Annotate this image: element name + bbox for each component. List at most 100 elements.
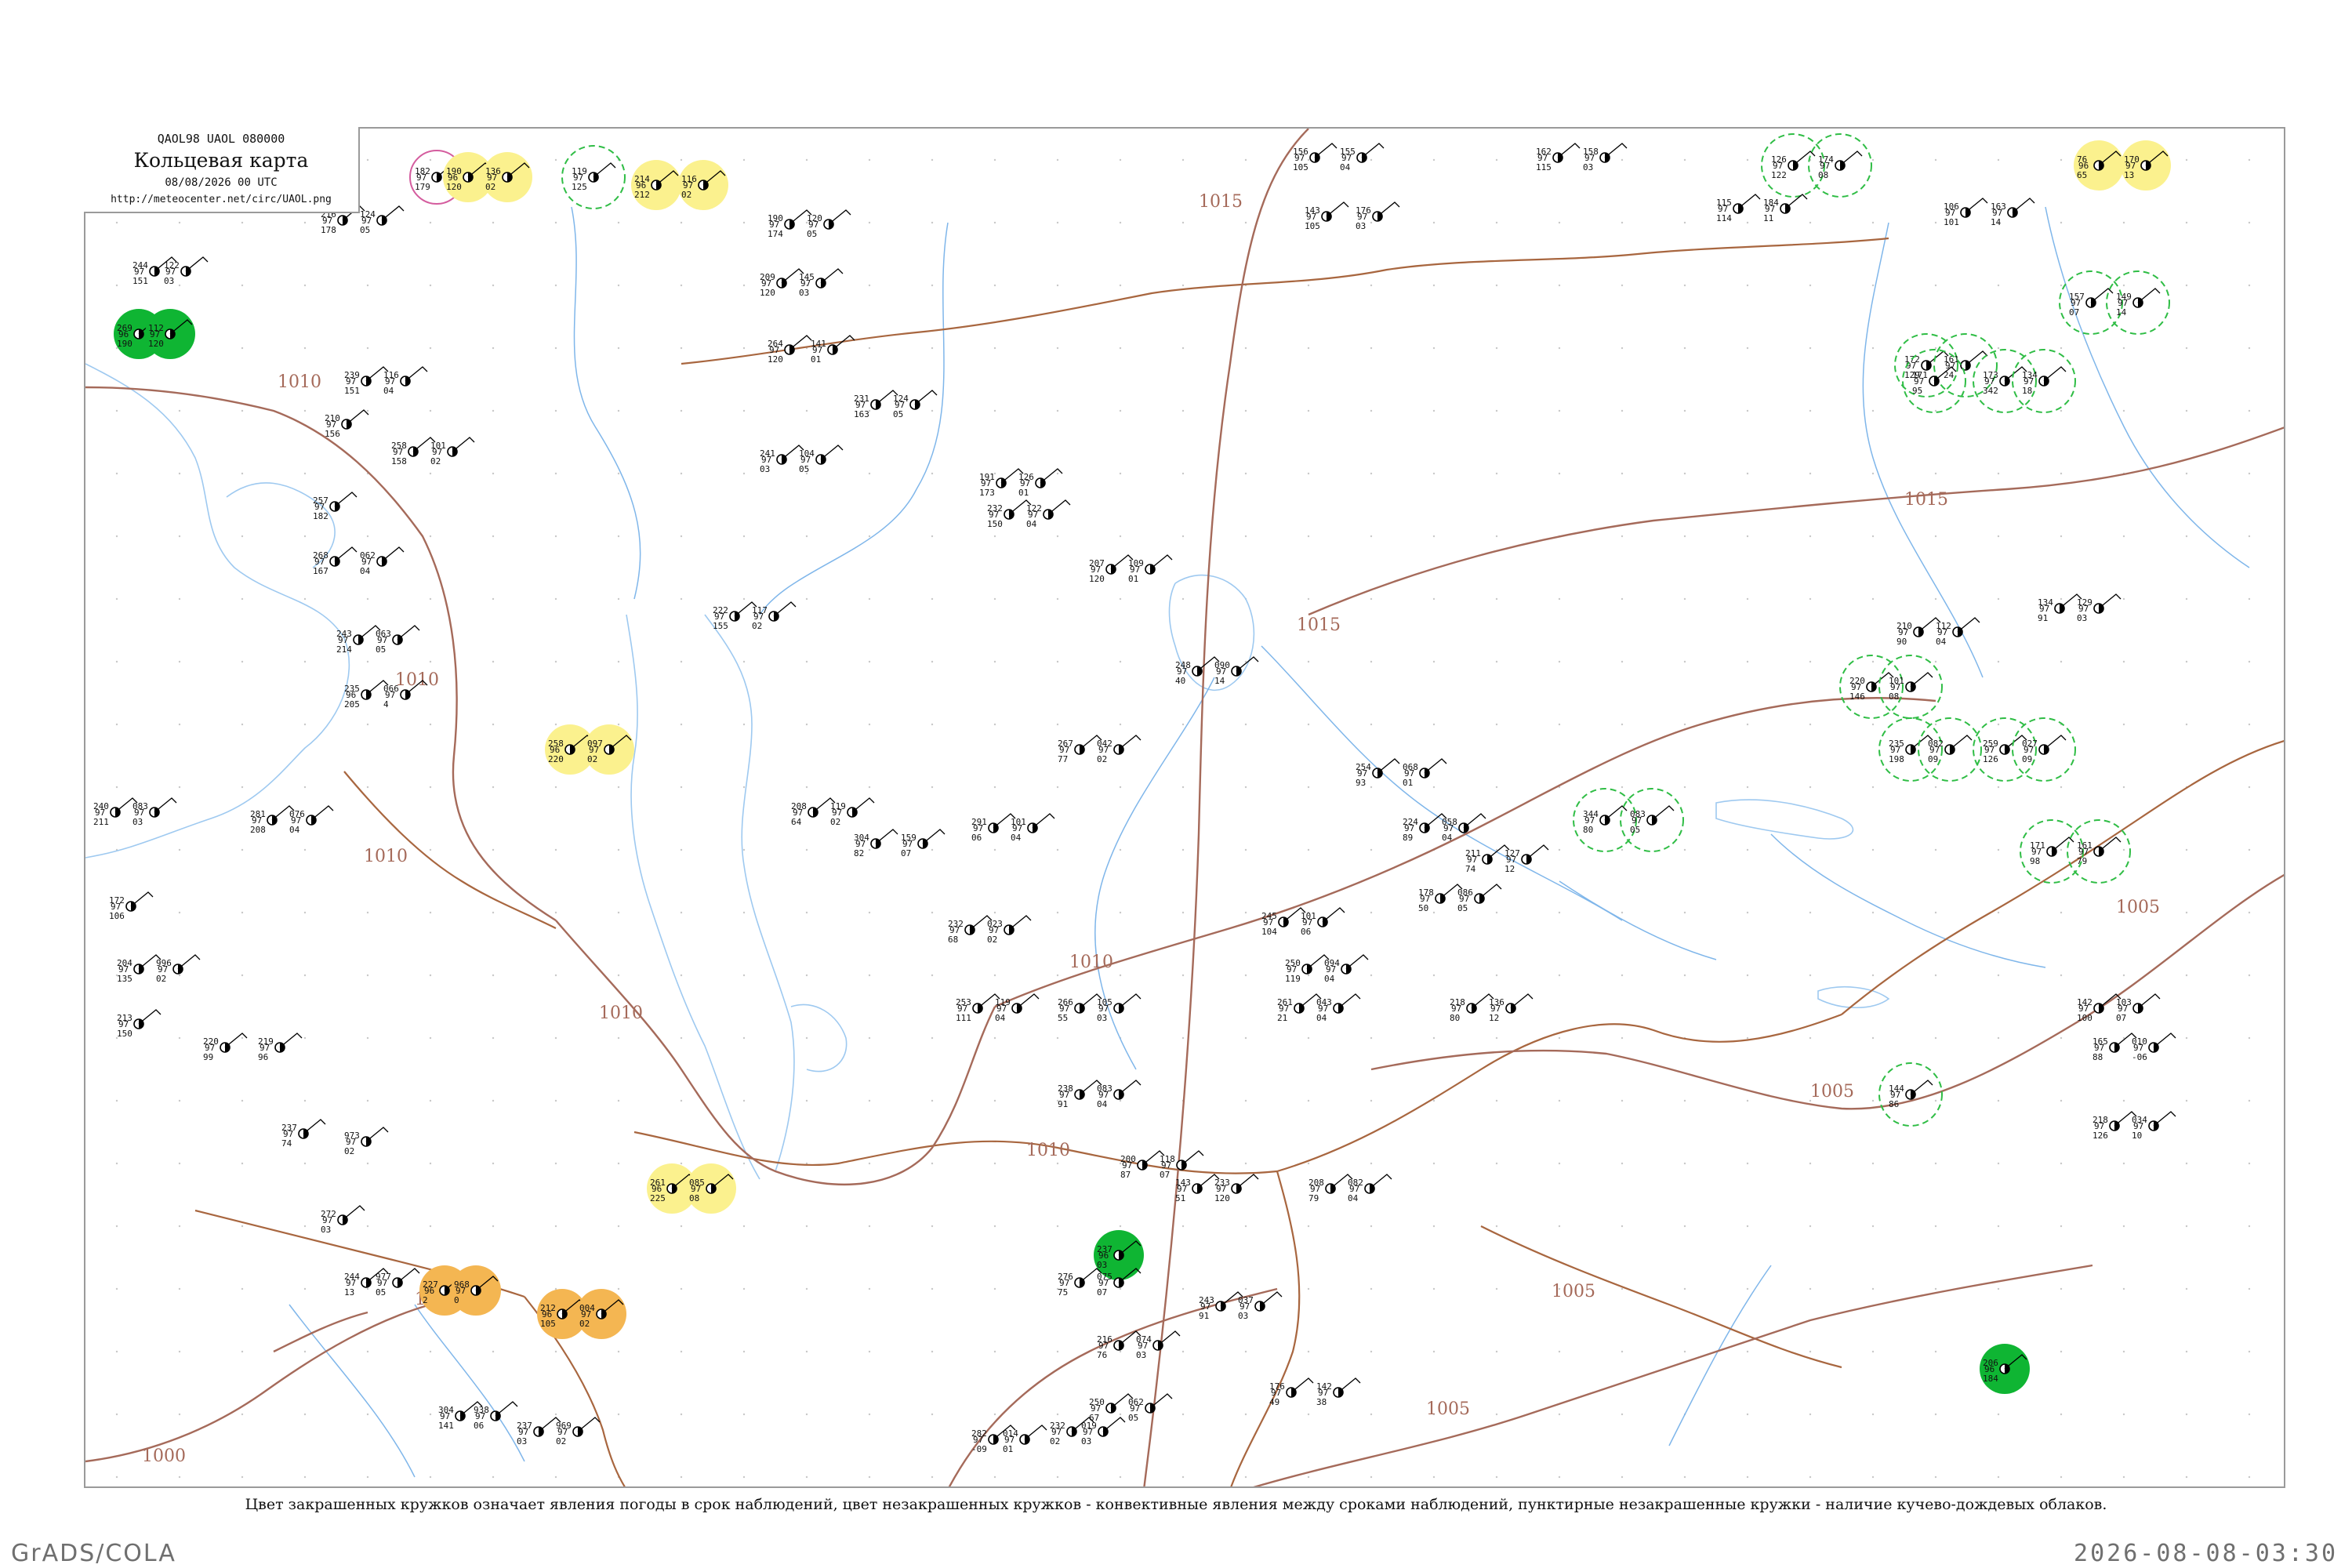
station[interactable]: 0839704 xyxy=(1097,1080,1142,1109)
station[interactable]: 20696184 xyxy=(1980,1344,2030,1394)
station[interactable]: 2919706 xyxy=(971,813,1016,843)
station[interactable]: 1349791 xyxy=(2038,593,2082,623)
station[interactable]: 1499714 xyxy=(2106,270,2170,335)
station[interactable]: 0349710 xyxy=(2132,1111,2176,1141)
station[interactable]: 0949704 xyxy=(1324,954,1369,984)
station[interactable]: 2209799 xyxy=(203,1033,248,1062)
station[interactable]: 1579707 xyxy=(2059,270,2123,335)
station[interactable]: 23197163 xyxy=(854,390,898,419)
station[interactable]: 0639705 xyxy=(376,625,420,655)
station[interactable]: 0239702 xyxy=(987,915,1032,945)
station[interactable]: 1179702 xyxy=(752,601,797,631)
station[interactable]: 23297150 xyxy=(987,499,1032,529)
station[interactable]: 1019704 xyxy=(1011,813,1055,843)
station[interactable]: 0749703 xyxy=(1136,1330,1181,1360)
station[interactable]: 1229704 xyxy=(1026,499,1071,529)
station[interactable]: 3049782 xyxy=(854,829,898,858)
station[interactable]: 1209705 xyxy=(807,209,851,239)
station[interactable]: 1599707 xyxy=(901,829,946,858)
station[interactable]: 1659788 xyxy=(2092,1033,2137,1062)
station[interactable]: 2679777 xyxy=(1058,735,1102,764)
station[interactable]: 28197208 xyxy=(250,805,295,835)
station[interactable]: 2389791 xyxy=(1058,1080,1102,1109)
station[interactable]: 1589703 xyxy=(1583,143,1628,172)
station[interactable]: 1769703 xyxy=(1356,201,1400,231)
station[interactable]: 21897126 xyxy=(2092,1111,2137,1141)
station[interactable]: 17297106 xyxy=(109,891,154,921)
station[interactable]: 2199796 xyxy=(258,1033,303,1062)
station[interactable]: 2169776 xyxy=(1097,1330,1142,1360)
station[interactable]: 2619721 xyxy=(1277,993,1322,1023)
station[interactable]: 0859708 xyxy=(686,1163,736,1214)
station[interactable]: 25897158 xyxy=(391,437,436,466)
station[interactable]: 9739702 xyxy=(344,1127,389,1156)
station[interactable]: 2509767 xyxy=(1089,1393,1134,1423)
station[interactable]: 1279712 xyxy=(1504,844,1549,874)
station[interactable]: 1049705 xyxy=(799,445,844,474)
station[interactable]: 15697105 xyxy=(1293,143,1338,172)
station[interactable]: 21097156 xyxy=(325,409,369,439)
station[interactable]: 2089764 xyxy=(791,797,836,827)
station[interactable]: 1719798 xyxy=(2020,819,2084,884)
station[interactable]: 24097211 xyxy=(93,797,138,827)
station[interactable]: 1249705 xyxy=(893,390,938,419)
station[interactable]: 1459703 xyxy=(799,268,844,298)
station[interactable]: 20797120 xyxy=(1089,554,1134,584)
station[interactable]: 1129704 xyxy=(1936,617,1980,647)
station[interactable]: 0869705 xyxy=(1457,884,1502,913)
station[interactable]: 1229703 xyxy=(164,256,209,286)
station[interactable]: 1199704 xyxy=(995,993,1040,1023)
station[interactable]: 0279709 xyxy=(2012,717,2076,782)
station[interactable]: 2419703 xyxy=(760,445,804,474)
station[interactable]: 1169704 xyxy=(383,366,428,396)
station[interactable]: 2329768 xyxy=(948,915,993,945)
source-url[interactable]: http://meteocenter.net/circ/UAOL.png xyxy=(84,194,358,205)
station[interactable]: 2379703 xyxy=(517,1417,561,1446)
station[interactable]: 2189780 xyxy=(1450,993,1494,1023)
station[interactable]: 1349718 xyxy=(2012,349,2076,413)
station[interactable]: 12697122 xyxy=(1761,133,1825,198)
station[interactable]: 0829709 xyxy=(1918,717,1982,782)
station[interactable]: 1369702 xyxy=(482,152,532,202)
station[interactable]: 0629705 xyxy=(1128,1393,1173,1423)
station[interactable]: 1199702 xyxy=(830,797,875,827)
station[interactable]: 26497120 xyxy=(768,335,812,365)
station[interactable]: 0589704 xyxy=(1442,813,1486,843)
station[interactable]: 1639714 xyxy=(1991,198,2035,227)
station[interactable]: 20497135 xyxy=(117,954,162,984)
station[interactable]: 9389706 xyxy=(474,1401,518,1431)
map-area[interactable]: 1015 1015 1015 1010 1010 1010 1010 1010 1010 1005… xyxy=(84,127,2285,1488)
station[interactable]: 3449780 xyxy=(1573,788,1637,852)
station[interactable]: 9779705 xyxy=(376,1268,420,1298)
station[interactable]: 11597114 xyxy=(1716,194,1761,223)
station[interactable]: 01097-06 xyxy=(2132,1033,2176,1062)
station[interactable]: 1169702 xyxy=(678,160,728,210)
station[interactable]: 2439791 xyxy=(1199,1291,1243,1321)
station[interactable]: 2119774 xyxy=(1465,844,1510,874)
station[interactable]: 21496212 xyxy=(631,160,681,210)
station[interactable]: 1269701 xyxy=(1018,468,1063,498)
station[interactable]: 0979702 xyxy=(584,724,634,775)
station[interactable]: 1749708 xyxy=(1808,133,1872,198)
station[interactable]: 19197173 xyxy=(979,468,1024,498)
station[interactable]: 0689701 xyxy=(1403,758,1447,788)
station[interactable]: 1019702 xyxy=(430,437,475,466)
station[interactable]: 2379774 xyxy=(281,1119,326,1149)
station[interactable]: 1419701 xyxy=(811,335,855,365)
station[interactable]: 14397105 xyxy=(1305,201,1349,231)
station[interactable]: 0909714 xyxy=(1214,656,1259,686)
station[interactable]: 1429738 xyxy=(1316,1377,1361,1407)
station[interactable]: 25097119 xyxy=(1285,954,1330,984)
station[interactable]: 22297155 xyxy=(713,601,757,631)
station[interactable]: 1189707 xyxy=(1160,1150,1204,1180)
station[interactable]: 2109790 xyxy=(1896,617,1941,647)
station[interactable]: 968970 xyxy=(451,1265,501,1316)
station[interactable]: 0839705 xyxy=(1620,788,1684,852)
station[interactable]: 16297115 xyxy=(1536,143,1581,172)
station[interactable]: 1369712 xyxy=(1489,993,1534,1023)
station[interactable]: 21397150 xyxy=(117,1009,162,1039)
station[interactable]: 1099701 xyxy=(1128,554,1173,584)
station[interactable]: 1709713 xyxy=(2121,140,2171,191)
station[interactable]: 26897167 xyxy=(313,546,358,576)
station[interactable]: 0199703 xyxy=(1081,1417,1126,1446)
